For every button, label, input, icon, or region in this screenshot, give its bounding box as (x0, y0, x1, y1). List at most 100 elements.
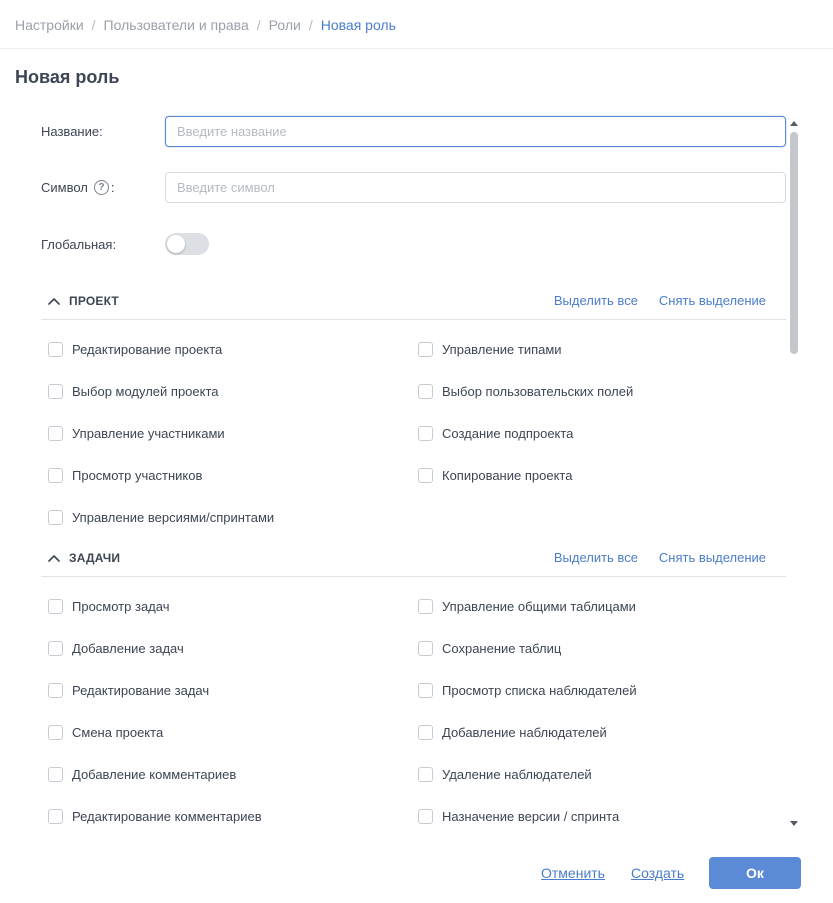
checkbox-box[interactable] (48, 767, 63, 782)
ok-button[interactable]: Ок (709, 857, 801, 889)
permission-checkbox-create-subproject[interactable]: Создание подпроекта (418, 426, 573, 441)
section-header-project: ПРОЕКТ Выделить все Снять выделение (41, 282, 786, 320)
checkbox-box[interactable] (48, 384, 63, 399)
page-title: Новая роль (15, 67, 120, 87)
permission-label: Добавление наблюдателей (442, 725, 607, 740)
deselect-project-link[interactable]: Снять выделение (659, 293, 766, 308)
cancel-link[interactable]: Отменить (541, 865, 605, 881)
permission-checkbox-add-tasks[interactable]: Добавление задач (48, 641, 184, 656)
scroll-up-arrow-icon[interactable] (789, 118, 799, 128)
deselect-tasks-link[interactable]: Снять выделение (659, 550, 766, 565)
select-all-project-link[interactable]: Выделить все (554, 293, 638, 308)
permission-label: Выбор пользовательских полей (442, 384, 634, 399)
permission-label: Управление версиями/спринтами (72, 510, 275, 525)
scroll-thumb[interactable] (790, 132, 798, 354)
symbol-input[interactable] (165, 172, 786, 203)
section-header-tasks: ЗАДАЧИ Выделить все Снять выделение (41, 539, 786, 577)
checkbox-box[interactable] (48, 725, 63, 740)
permission-checkbox-project-modules[interactable]: Выбор модулей проекта (48, 384, 219, 399)
permission-checkbox-add-comments[interactable]: Добавление комментариев (48, 767, 236, 782)
role-form-scroll-area: Название: Символ ? : Глобальная: ПРОЕКТ … (0, 110, 787, 835)
checkbox-box[interactable] (48, 599, 63, 614)
permission-label: Добавление задач (72, 641, 184, 656)
permission-label: Управление типами (442, 342, 562, 357)
symbol-label-wrap: Символ ? : (41, 180, 165, 195)
permission-checkbox-edit-project[interactable]: Редактирование проекта (48, 342, 222, 357)
permission-checkbox-change-project[interactable]: Смена проекта (48, 725, 163, 740)
symbol-label-colon: : (110, 180, 115, 195)
breadcrumb-separator: / (308, 17, 313, 33)
symbol-row: Символ ? : (41, 172, 786, 203)
permission-label: Создание подпроекта (442, 426, 574, 441)
breadcrumb-separator: / (91, 17, 96, 33)
permission-checkbox-save-tables[interactable]: Сохранение таблиц (418, 641, 561, 656)
breadcrumb-roles[interactable]: Роли (269, 17, 301, 33)
permission-label: Просмотр задач (72, 599, 170, 614)
global-label: Глобальная: (41, 236, 117, 252)
permission-label: Редактирование проекта (72, 342, 223, 357)
permission-checkbox-manage-members[interactable]: Управление участниками (48, 426, 225, 441)
permission-checkbox-assign-version[interactable]: Назначение версии / спринта (418, 809, 619, 824)
permission-label: Управление общими таблицами (442, 599, 636, 614)
checkbox-box[interactable] (48, 641, 63, 656)
permission-label: Просмотр участников (72, 468, 203, 483)
permission-label: Копирование проекта (442, 468, 573, 483)
permission-label: Добавление комментариев (72, 767, 237, 782)
checkbox-box[interactable] (48, 426, 63, 441)
permission-checkbox-view-watchers[interactable]: Просмотр списка наблюдателей (418, 683, 637, 698)
global-row: Глобальная: (41, 233, 209, 255)
section-title-tasks: ЗАДАЧИ (69, 550, 121, 565)
permission-label: Управление участниками (72, 426, 225, 441)
checkbox-box[interactable] (418, 384, 433, 399)
select-all-tasks-link[interactable]: Выделить все (554, 550, 638, 565)
checkbox-box[interactable] (418, 342, 433, 357)
name-row: Название: (41, 116, 786, 147)
breadcrumb-settings[interactable]: Настройки (15, 17, 84, 33)
global-toggle[interactable] (165, 233, 209, 255)
permission-checkbox-add-watchers[interactable]: Добавление наблюдателей (418, 725, 607, 740)
toggle-knob (167, 235, 185, 253)
permission-checkbox-remove-watchers[interactable]: Удаление наблюдателей (418, 767, 592, 782)
checkbox-box[interactable] (418, 641, 433, 656)
checkbox-box[interactable] (418, 683, 433, 698)
checkbox-box[interactable] (418, 809, 433, 824)
permission-label: Просмотр списка наблюдателей (442, 683, 637, 698)
permission-label: Сохранение таблиц (442, 641, 562, 656)
name-label: Название: (41, 124, 103, 139)
permission-checkbox-custom-fields[interactable]: Выбор пользовательских полей (418, 384, 633, 399)
permission-label: Редактирование задач (72, 683, 210, 698)
checkbox-box[interactable] (48, 468, 63, 483)
checkbox-box[interactable] (48, 683, 63, 698)
permission-checkbox-copy-project[interactable]: Копирование проекта (418, 468, 572, 483)
symbol-label: Символ (41, 180, 88, 195)
permission-checkbox-view-tasks[interactable]: Просмотр задач (48, 599, 169, 614)
breadcrumb-users-rights[interactable]: Пользователи и права (104, 17, 249, 33)
breadcrumb-separator: / (256, 17, 261, 33)
permission-checkbox-manage-versions[interactable]: Управление версиями/спринтами (48, 510, 274, 525)
permission-checkbox-edit-tasks[interactable]: Редактирование задач (48, 683, 209, 698)
help-icon[interactable]: ? (93, 180, 109, 195)
breadcrumb-current: Новая роль (320, 17, 396, 33)
checkbox-box[interactable] (418, 599, 433, 614)
chevron-up-icon[interactable] (47, 551, 61, 565)
permission-checkbox-manage-shared-tables[interactable]: Управление общими таблицами (418, 599, 636, 614)
checkbox-box[interactable] (48, 342, 63, 357)
scroll-down-arrow-icon[interactable] (789, 818, 799, 828)
name-input[interactable] (165, 116, 786, 147)
checkbox-box[interactable] (418, 767, 433, 782)
checkbox-box[interactable] (418, 468, 433, 483)
checkbox-box[interactable] (418, 426, 433, 441)
section-title-project: ПРОЕКТ (69, 293, 119, 308)
breadcrumb: Настройки / Пользователи и права / Роли … (15, 16, 396, 34)
permission-label: Удаление наблюдателей (442, 767, 592, 782)
permission-checkbox-edit-comments[interactable]: Редактирование комментариев (48, 809, 262, 824)
permission-checkbox-view-members[interactable]: Просмотр участников (48, 468, 202, 483)
create-link[interactable]: Создать (631, 865, 684, 881)
top-divider (0, 48, 833, 49)
checkbox-box[interactable] (48, 809, 63, 824)
checkbox-box[interactable] (48, 510, 63, 525)
permission-checkbox-manage-types[interactable]: Управление типами (418, 342, 562, 357)
chevron-up-icon[interactable] (47, 294, 61, 308)
checkbox-box[interactable] (418, 725, 433, 740)
vertical-scrollbar[interactable] (789, 118, 799, 830)
